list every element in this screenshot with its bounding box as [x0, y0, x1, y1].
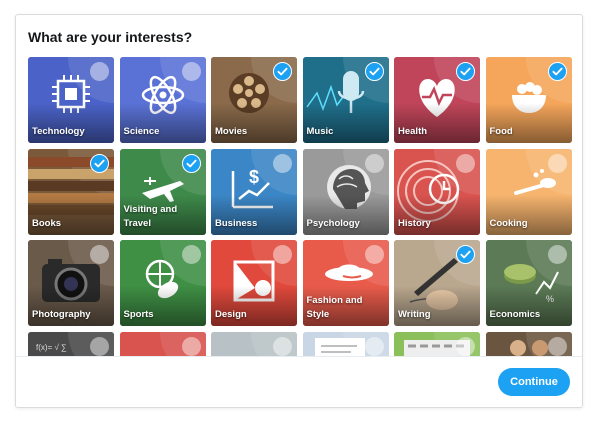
interest-tile-photography[interactable]: Photography [28, 240, 114, 326]
unselected-circle-icon[interactable] [547, 153, 567, 173]
interest-tile-more-3[interactable] [211, 331, 297, 357]
interest-tile-music[interactable]: Music [302, 57, 389, 143]
interest-label: Sports [123, 309, 154, 320]
interest-label: Photography [32, 309, 91, 320]
interest-label: Technology [32, 126, 85, 137]
interest-tile-visiting-and-travel[interactable]: Visiting and Travel [119, 148, 206, 235]
interest-label: History [398, 217, 431, 229]
interest-label: Health [398, 126, 428, 137]
unselected-circle-icon[interactable] [364, 153, 384, 173]
checkmark-icon[interactable] [181, 153, 201, 173]
dialog-footer: Continue [16, 356, 582, 407]
unselected-circle-icon[interactable] [181, 62, 201, 81]
interest-tile-more-4[interactable] [302, 331, 389, 357]
unselected-circle-icon[interactable] [364, 245, 384, 264]
checkmark-icon[interactable] [547, 62, 567, 81]
interest-tile-food[interactable]: Food [485, 57, 572, 143]
interest-tile-more-1[interactable]: f(x)= √ ∑ [28, 331, 114, 357]
svg-text:f(x)= √ ∑: f(x)= √ ∑ [36, 343, 67, 352]
unselected-circle-icon[interactable] [181, 336, 201, 356]
checkmark-icon[interactable] [456, 62, 475, 81]
interest-tile-health[interactable]: Health [394, 57, 480, 143]
interest-tile-more-2[interactable] [119, 331, 206, 357]
interest-tile-cooking[interactable]: Cooking [485, 148, 572, 235]
unselected-circle-icon[interactable] [547, 336, 567, 356]
interest-label: Business [215, 217, 258, 229]
svg-text:$: $ [249, 167, 259, 187]
unselected-circle-icon[interactable] [90, 336, 109, 356]
interest-label: Psychology [306, 217, 360, 229]
interest-tile-technology[interactable]: Technology [28, 57, 114, 143]
interest-tile-more-6[interactable] [485, 331, 572, 357]
unselected-circle-icon[interactable] [547, 245, 567, 264]
checkmark-icon[interactable] [273, 62, 292, 81]
interest-tile-sports[interactable]: Sports [119, 240, 206, 326]
interest-label: Fashion and Style [306, 295, 363, 320]
interest-label: Movies [215, 126, 248, 137]
interests-grid-viewport[interactable]: Technology Science Movies Music Health Food Bo… [28, 57, 572, 357]
interest-label: Books [32, 217, 62, 229]
interest-label: Music [306, 126, 334, 137]
unselected-circle-icon[interactable] [273, 245, 292, 264]
dialog-title: What are your interests? [28, 29, 193, 45]
interest-tile-books[interactable]: Books [28, 148, 114, 235]
checkmark-icon[interactable] [90, 153, 109, 173]
interest-tile-design[interactable]: Design [211, 240, 297, 326]
checkmark-icon[interactable] [364, 62, 384, 81]
interest-label: Visiting and Travel [123, 203, 178, 229]
unselected-circle-icon[interactable] [181, 245, 201, 264]
interest-label: Writing [398, 309, 431, 320]
unselected-circle-icon[interactable] [90, 245, 109, 264]
interest-label: Food [489, 126, 513, 137]
interest-tile-more-5[interactable] [394, 331, 480, 357]
interest-label: Cooking [489, 217, 528, 229]
interest-tile-movies[interactable]: Movies [211, 57, 297, 143]
interest-tile-fashion-and-style[interactable]: Fashion and Style [302, 240, 389, 326]
interest-tile-history[interactable]: History [394, 148, 480, 235]
interest-tile-writing[interactable]: Writing [394, 240, 480, 326]
unselected-circle-icon[interactable] [456, 153, 475, 173]
interest-label: Economics [489, 309, 541, 320]
unselected-circle-icon[interactable] [273, 336, 292, 356]
interest-tile-economics[interactable]: %Economics [485, 240, 572, 326]
checkmark-icon[interactable] [456, 245, 475, 264]
interests-dialog: What are your interests? Technology Scien… [15, 14, 583, 408]
interest-tile-psychology[interactable]: Psychology [302, 148, 389, 235]
unselected-circle-icon[interactable] [456, 336, 475, 356]
continue-button[interactable]: Continue [498, 368, 570, 396]
interest-tile-science[interactable]: Science [119, 57, 206, 143]
interest-label: Design [215, 309, 247, 320]
unselected-circle-icon[interactable] [90, 62, 109, 81]
unselected-circle-icon[interactable] [364, 336, 384, 356]
interest-tile-business[interactable]: $ Business [211, 148, 297, 235]
interest-label: Science [123, 126, 160, 137]
unselected-circle-icon[interactable] [273, 153, 292, 173]
